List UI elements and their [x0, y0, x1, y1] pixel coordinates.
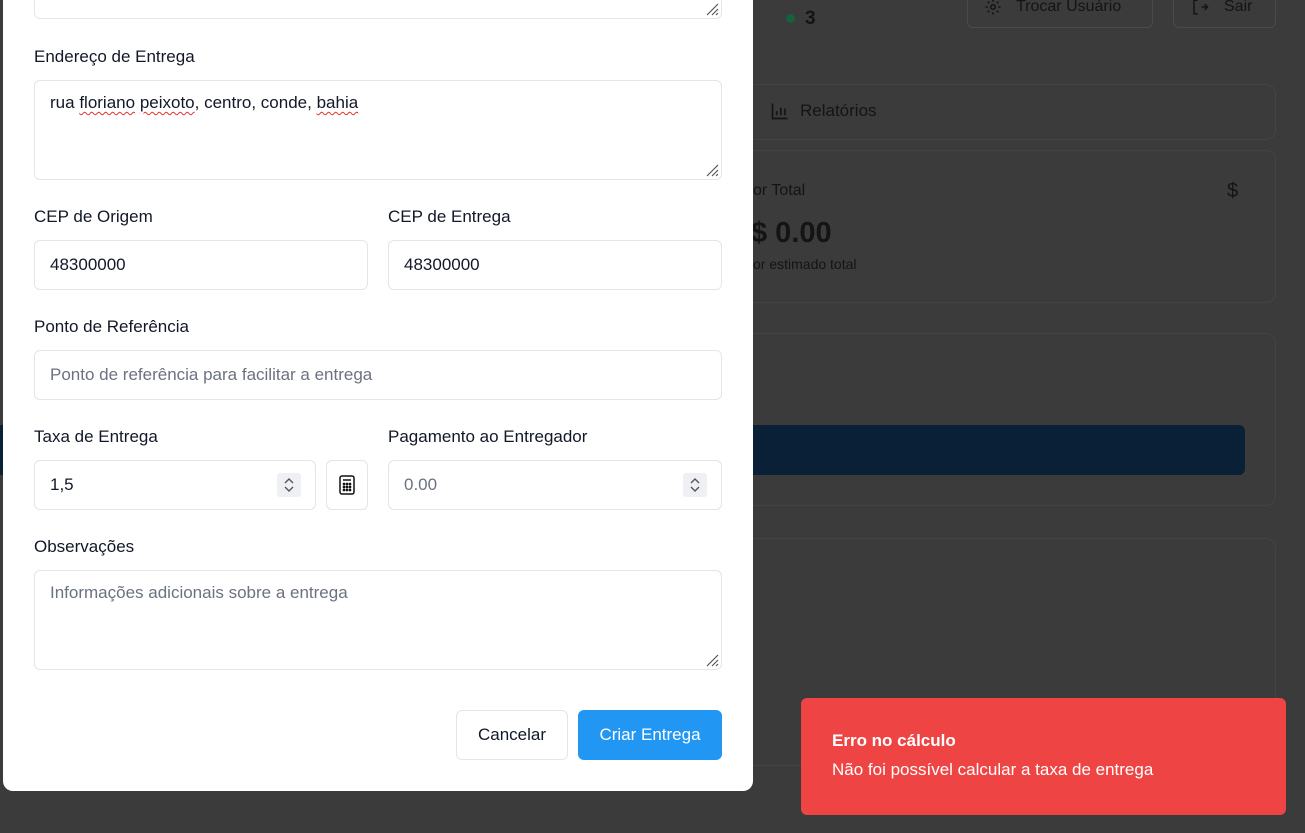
action-card: [700, 333, 1276, 506]
origin-cep-input[interactable]: 48300000: [34, 240, 368, 290]
previous-textarea[interactable]: [34, 0, 722, 19]
tab-reports-label: Relatórios: [800, 101, 877, 120]
stepper-chevrons-icon: [284, 478, 294, 492]
create-delivery-button[interactable]: Criar Entrega: [578, 710, 722, 760]
total-card-value: $ 0.00: [751, 217, 832, 249]
dollar-icon: $: [1227, 180, 1239, 202]
online-status-dot: [786, 14, 795, 23]
origin-cep-label: CEP de Origem: [34, 207, 153, 226]
logout-icon: [1193, 0, 1209, 15]
courier-payment-placeholder: 0.00: [404, 475, 438, 494]
stepper-chevrons-icon: [690, 478, 700, 492]
total-card-subtitle: or estimado total: [753, 256, 857, 272]
delivery-address-label: Endereço de Entrega: [34, 47, 195, 66]
cancel-button[interactable]: Cancelar: [456, 710, 568, 760]
bar-chart-icon: [771, 103, 788, 120]
switch-user-label: Trocar Usuário: [1016, 0, 1122, 15]
gear-icon: [985, 0, 1001, 15]
calculate-fee-button[interactable]: [326, 460, 368, 510]
address-text: rua floriano peixoto, centro, conde, bah…: [50, 93, 359, 112]
courier-payment-input[interactable]: 0.00: [388, 460, 722, 510]
delivery-fee-input[interactable]: 1,5: [34, 460, 316, 510]
resize-grip-icon[interactable]: [703, 0, 719, 16]
error-toast[interactable]: Erro no cálculo Não foi possível calcula…: [801, 698, 1286, 815]
delivery-address-field[interactable]: rua floriano peixoto, centro, conde, bah…: [34, 80, 722, 180]
delivery-fee-label: Taxa de Entrega: [34, 427, 158, 446]
resize-grip-icon[interactable]: [703, 651, 719, 667]
delivery-fee-stepper[interactable]: [277, 473, 301, 497]
notes-label: Observações: [34, 537, 135, 556]
resize-grip-icon[interactable]: [703, 161, 719, 177]
reference-point-label: Ponto de Referência: [34, 317, 189, 336]
delivery-cep-input[interactable]: 48300000: [388, 240, 722, 290]
courier-payment-stepper[interactable]: [683, 473, 707, 497]
reference-point-input[interactable]: Ponto de referência para facilitar a ent…: [34, 350, 722, 400]
toast-title: Erro no cálculo: [832, 731, 956, 750]
logout-label: Sair: [1224, 0, 1253, 15]
notes-placeholder: Informações adicionais sobre a entrega: [50, 583, 348, 602]
calculator-icon: [339, 475, 355, 495]
toast-description: Não foi possível calcular a taxa de entr…: [832, 760, 1154, 779]
delivery-fee-value: 1,5: [50, 475, 74, 494]
online-counter: 3: [805, 8, 816, 29]
notes-textarea[interactable]: Informações adicionais sobre a entrega: [34, 570, 722, 670]
total-card-title: or Total: [753, 182, 806, 199]
courier-payment-label: Pagamento ao Entregador: [388, 427, 588, 446]
delivery-cep-label: CEP de Entrega: [388, 207, 511, 226]
switch-user-button[interactable]: Trocar Usuário: [967, 0, 1153, 28]
logout-button[interactable]: Sair: [1173, 0, 1276, 28]
tab-reports[interactable]: Relatórios: [770, 101, 877, 121]
create-delivery-modal: Endereço de Entrega rua floriano peixoto…: [3, 0, 753, 791]
